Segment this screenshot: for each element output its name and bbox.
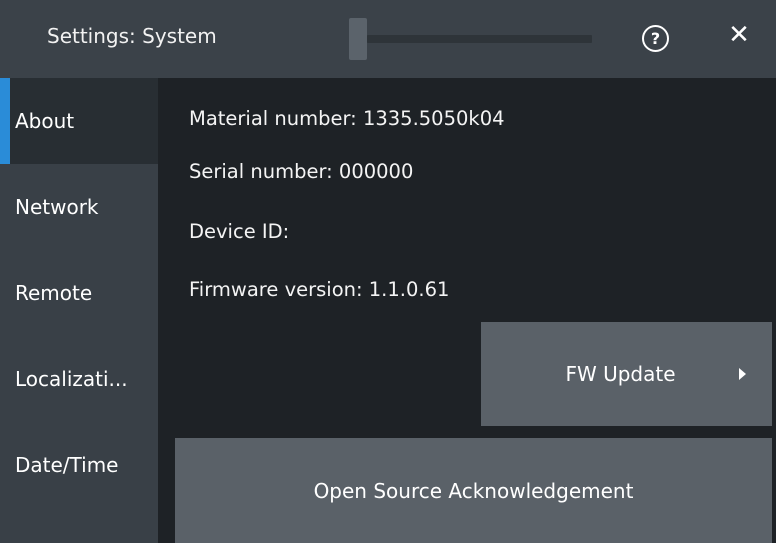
drag-track[interactable] xyxy=(367,35,592,43)
sidebar-item-label: About xyxy=(15,109,75,133)
sidebar-item-about[interactable]: About xyxy=(0,78,158,164)
sidebar-item-label: Network xyxy=(15,195,99,219)
close-icon[interactable]: ✕ xyxy=(724,20,754,50)
sidebar-divider xyxy=(158,78,161,543)
sidebar-item-label: Remote xyxy=(15,281,93,305)
dialog-title: Settings: System xyxy=(47,24,217,48)
device-id: Device ID: xyxy=(189,220,290,243)
fw-update-label: FW Update xyxy=(565,362,676,386)
drag-handle[interactable] xyxy=(349,18,367,60)
sidebar-item-remote[interactable]: Remote xyxy=(0,250,158,336)
fw-update-button[interactable]: FW Update xyxy=(481,322,772,426)
help-icon[interactable]: ? xyxy=(642,25,669,52)
title-bar: Settings: System ? ✕ xyxy=(0,0,776,78)
sidebar: About Network Remote Localizati... Date/… xyxy=(0,78,158,543)
material-number: Material number: 1335.5050k04 xyxy=(189,107,505,130)
sidebar-item-localization[interactable]: Localizati... xyxy=(0,336,158,422)
open-source-button[interactable]: Open Source Acknowledgement xyxy=(175,438,772,543)
open-source-label: Open Source Acknowledgement xyxy=(313,478,634,503)
arrow-right-icon xyxy=(739,368,746,380)
sidebar-item-label: Date/Time xyxy=(15,453,119,477)
sidebar-item-date-time[interactable]: Date/Time xyxy=(0,422,158,508)
serial-number: Serial number: 000000 xyxy=(189,160,414,183)
active-indicator xyxy=(0,78,10,164)
sidebar-item-network[interactable]: Network xyxy=(0,164,158,250)
firmware-version: Firmware version: 1.1.0.61 xyxy=(189,278,450,301)
sidebar-item-label: Localizati... xyxy=(15,367,128,391)
